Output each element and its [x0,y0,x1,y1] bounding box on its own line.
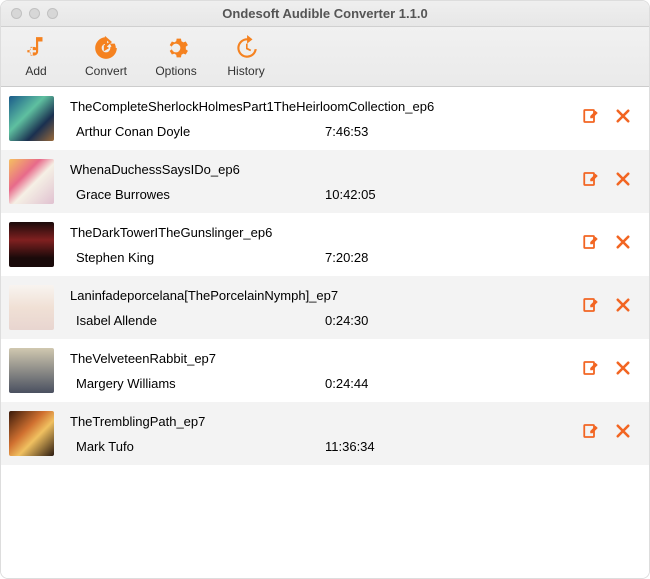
close-icon [614,107,632,130]
book-cover [9,96,54,141]
delete-button[interactable] [613,235,633,255]
book-info: TheCompleteSherlockHolmesPart1TheHeirloo… [70,99,569,139]
window-title: Ondesoft Audible Converter 1.1.0 [11,6,639,21]
close-icon [614,233,632,256]
options-label: Options [155,64,196,78]
delete-button[interactable] [613,172,633,192]
convert-button[interactable]: Convert [85,35,127,78]
book-cover [9,159,54,204]
delete-button[interactable] [613,298,633,318]
history-icon [233,35,259,61]
book-title: Laninfadeporcelana[ThePorcelainNymph]_ep… [70,288,569,303]
book-cover [9,411,54,456]
edit-icon [582,107,600,130]
maximize-window-button[interactable] [47,8,58,19]
book-author: Mark Tufo [70,439,325,454]
history-button[interactable]: History [225,35,267,78]
book-row[interactable]: TheTremblingPath_ep7 Mark Tufo11:36:34 [1,402,649,465]
close-icon [614,359,632,382]
row-actions [581,424,633,444]
book-info: TheVelveteenRabbit_ep7 Margery Williams0:… [70,351,569,391]
row-actions [581,172,633,192]
edit-button[interactable] [581,172,601,192]
close-window-button[interactable] [11,8,22,19]
delete-button[interactable] [613,424,633,444]
book-duration: 0:24:30 [325,313,368,328]
toolbar: Add Convert Options History [1,27,649,87]
book-title: TheDarkTowerITheGunslinger_ep6 [70,225,569,240]
edit-button[interactable] [581,235,601,255]
edit-icon [582,296,600,319]
edit-button[interactable] [581,424,601,444]
music-add-icon [23,35,49,61]
book-cover [9,348,54,393]
book-row[interactable]: Laninfadeporcelana[ThePorcelainNymph]_ep… [1,276,649,339]
book-row[interactable]: TheCompleteSherlockHolmesPart1TheHeirloo… [1,87,649,150]
edit-button[interactable] [581,298,601,318]
titlebar: Ondesoft Audible Converter 1.1.0 [1,1,649,27]
window-controls [11,8,58,19]
close-icon [614,170,632,193]
book-info: Laninfadeporcelana[ThePorcelainNymph]_ep… [70,288,569,328]
convert-label: Convert [85,64,127,78]
minimize-window-button[interactable] [29,8,40,19]
add-button[interactable]: Add [15,35,57,78]
row-actions [581,298,633,318]
book-title: TheCompleteSherlockHolmesPart1TheHeirloo… [70,99,569,114]
book-title: WhenaDuchessSaysIDo_ep6 [70,162,569,177]
book-list: TheCompleteSherlockHolmesPart1TheHeirloo… [1,87,649,578]
options-button[interactable]: Options [155,35,197,78]
book-title: TheVelveteenRabbit_ep7 [70,351,569,366]
book-row[interactable]: WhenaDuchessSaysIDo_ep6 Grace Burrowes10:… [1,150,649,213]
book-author: Margery Williams [70,376,325,391]
row-actions [581,235,633,255]
close-icon [614,296,632,319]
history-label: History [227,64,264,78]
book-author: Arthur Conan Doyle [70,124,325,139]
book-title: TheTremblingPath_ep7 [70,414,569,429]
book-info: WhenaDuchessSaysIDo_ep6 Grace Burrowes10:… [70,162,569,202]
book-duration: 0:24:44 [325,376,368,391]
book-author: Isabel Allende [70,313,325,328]
row-actions [581,109,633,129]
row-actions [581,361,633,381]
book-duration: 10:42:05 [325,187,376,202]
book-duration: 7:46:53 [325,124,368,139]
edit-button[interactable] [581,361,601,381]
edit-icon [582,233,600,256]
delete-button[interactable] [613,361,633,381]
book-author: Stephen King [70,250,325,265]
book-duration: 11:36:34 [325,439,375,454]
book-cover [9,285,54,330]
app-window: Ondesoft Audible Converter 1.1.0 Add Con… [0,0,650,579]
book-info: TheTremblingPath_ep7 Mark Tufo11:36:34 [70,414,569,454]
edit-icon [582,359,600,382]
edit-icon [582,170,600,193]
edit-button[interactable] [581,109,601,129]
add-label: Add [25,64,46,78]
book-author: Grace Burrowes [70,187,325,202]
convert-icon [93,35,119,61]
close-icon [614,422,632,445]
edit-icon [582,422,600,445]
book-row[interactable]: TheVelveteenRabbit_ep7 Margery Williams0:… [1,339,649,402]
book-duration: 7:20:28 [325,250,368,265]
delete-button[interactable] [613,109,633,129]
book-cover [9,222,54,267]
book-row[interactable]: TheDarkTowerITheGunslinger_ep6 Stephen Ki… [1,213,649,276]
book-info: TheDarkTowerITheGunslinger_ep6 Stephen Ki… [70,225,569,265]
gear-icon [163,35,189,61]
